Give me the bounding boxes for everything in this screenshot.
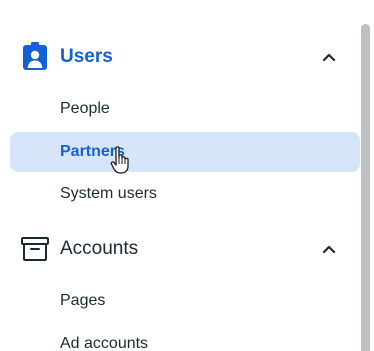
- hand-pointer-icon: [110, 145, 132, 175]
- section-label-users: Users: [60, 46, 113, 67]
- section-header-users[interactable]: Users: [0, 35, 360, 79]
- user-badge-icon: [20, 42, 50, 72]
- chevron-up-icon[interactable]: [319, 239, 339, 259]
- sidebar-item-pages[interactable]: Pages: [10, 281, 360, 321]
- sidebar-item-people[interactable]: People: [10, 89, 360, 129]
- sidebar-item-partners[interactable]: Partners: [10, 132, 360, 172]
- chevron-up-icon[interactable]: [319, 47, 339, 67]
- scrollbar-thumb[interactable]: [361, 24, 370, 351]
- sidebar-item-system-users[interactable]: System users: [10, 174, 360, 214]
- archive-box-icon: [20, 234, 50, 264]
- sidebar-item-label: People: [60, 100, 110, 117]
- sidebar-item-label: Pages: [60, 292, 106, 309]
- sidebar-item-label: System users: [60, 185, 157, 202]
- section-label-accounts: Accounts: [60, 238, 139, 259]
- sidebar-item-label: Ad accounts: [60, 335, 149, 351]
- section-header-accounts[interactable]: Accounts: [0, 227, 360, 271]
- sidebar-nav: Users People Partners System users Accou…: [0, 0, 374, 351]
- sidebar-item-ad-accounts[interactable]: Ad accounts: [10, 324, 360, 351]
